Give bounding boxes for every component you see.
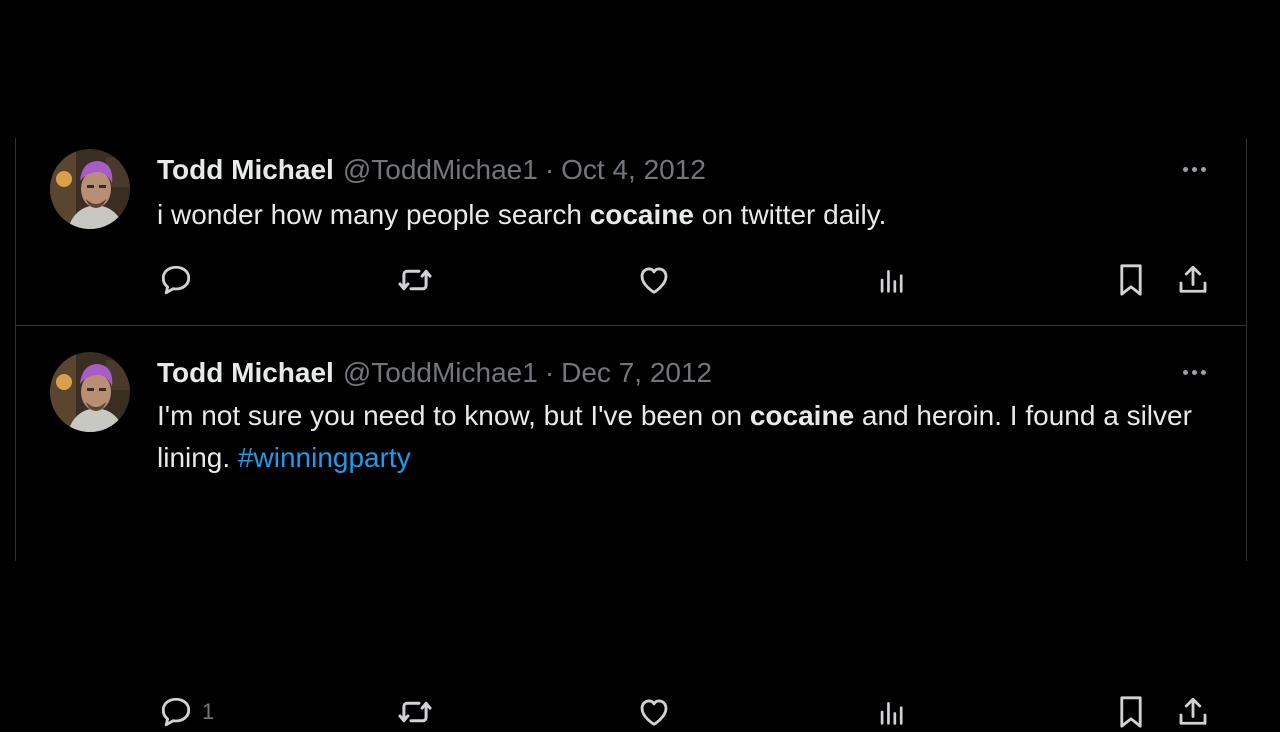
retweet-button[interactable] [396, 692, 434, 732]
tweet-text-after: on twitter daily. [693, 199, 887, 230]
views-button[interactable] [875, 260, 909, 300]
avatar-image [50, 352, 130, 432]
views-icon [875, 263, 909, 297]
retweet-icon [396, 693, 434, 731]
tweet-actions [16, 260, 1246, 300]
tweet-text: i wonder how many people search cocaine … [157, 194, 1222, 236]
reply-button[interactable] [158, 260, 202, 300]
share-icon [1175, 262, 1211, 298]
retweet-button[interactable] [396, 260, 434, 300]
user-handle[interactable]: @ToddMichae1 [343, 357, 538, 389]
display-name[interactable]: Todd Michael [157, 154, 334, 186]
avatar[interactable] [50, 149, 130, 229]
tweet-header: Todd Michael @ToddMichae1 · Oct 4, 2012 [157, 153, 706, 187]
retweet-icon [396, 261, 434, 299]
tweet-text-before: i wonder how many people search [157, 199, 590, 230]
like-button[interactable] [636, 692, 672, 732]
hashtag-link[interactable]: #winningparty [238, 442, 411, 473]
reply-button[interactable]: 1 [158, 692, 214, 732]
tweet-text-bold: cocaine [589, 199, 694, 230]
display-name[interactable]: Todd Michael [157, 357, 334, 389]
bookmark-button[interactable] [1114, 260, 1148, 300]
more-icon[interactable] [1177, 154, 1211, 184]
like-button[interactable] [636, 260, 672, 300]
bookmark-icon [1114, 261, 1148, 299]
tweet-date[interactable]: Oct 4, 2012 [561, 154, 706, 186]
timeline: Todd Michael @ToddMichae1 · Oct 4, 2012 … [15, 138, 1247, 728]
tweet-header: Todd Michael @ToddMichae1 · Dec 7, 2012 [157, 356, 712, 390]
reply-icon [158, 262, 194, 298]
views-icon [875, 695, 909, 729]
tweet-1[interactable]: Todd Michael @ToddMichae1 · Oct 4, 2012 … [16, 138, 1246, 326]
avatar[interactable] [50, 352, 130, 432]
bookmark-icon [1114, 693, 1148, 731]
like-icon [636, 262, 672, 298]
separator: · [544, 154, 555, 185]
bookmark-button[interactable] [1114, 692, 1148, 732]
share-button[interactable] [1175, 692, 1211, 732]
tweet-2[interactable]: Todd Michael @ToddMichae1 · Dec 7, 2012 … [16, 326, 1246, 728]
avatar-image [50, 149, 130, 229]
tweet-date[interactable]: Dec 7, 2012 [561, 357, 712, 389]
tweet-text-before: I'm not sure you need to know, but I've … [157, 400, 750, 431]
tweet-text-bold: cocaine [749, 400, 855, 431]
share-button[interactable] [1175, 260, 1211, 300]
user-handle[interactable]: @ToddMichae1 [343, 154, 538, 186]
share-icon [1175, 694, 1211, 730]
tweet-actions: 1 [16, 692, 1246, 732]
reply-icon [158, 694, 194, 730]
reply-count: 1 [202, 699, 215, 724]
separator: · [544, 357, 555, 388]
tweet-text: I'm not sure you need to know, but I've … [157, 395, 1222, 479]
like-icon [636, 694, 672, 730]
views-button[interactable] [875, 692, 909, 732]
more-icon[interactable] [1177, 357, 1211, 387]
